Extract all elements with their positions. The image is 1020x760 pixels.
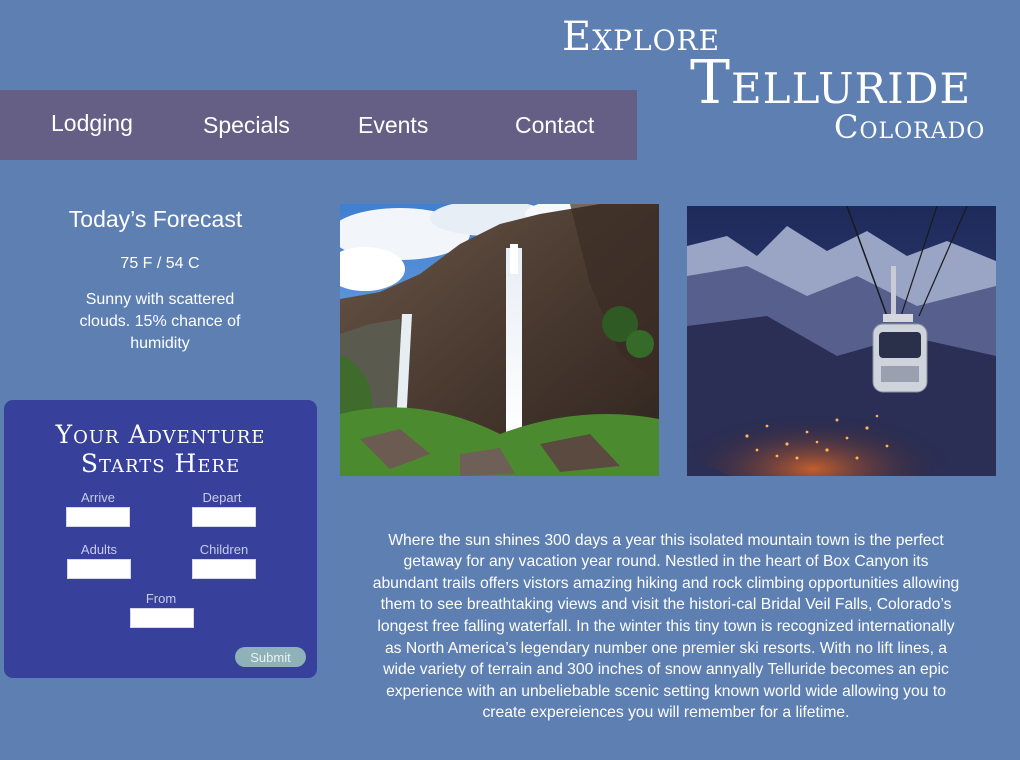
booking-panel: Your Adventure Starts Here Arrive Depart… xyxy=(4,400,317,678)
photo-gondola-icon xyxy=(687,206,996,476)
nav-contact[interactable]: Contact xyxy=(515,112,594,139)
from-input[interactable] xyxy=(130,608,194,628)
waterfall-photo xyxy=(340,204,659,476)
booking-title-line1: Your Adventure xyxy=(55,420,266,449)
site-title-telluride: Telluride xyxy=(690,48,972,118)
adults-input[interactable] xyxy=(67,559,131,579)
gondola-photo xyxy=(687,206,996,476)
site-title-colorado: Colorado xyxy=(834,108,986,146)
main-navigation: Lodging Specials Events Contact xyxy=(0,90,637,160)
booking-title-line2: Starts Here xyxy=(80,449,241,478)
description-text: Where the sun shines 300 days a year thi… xyxy=(372,531,960,722)
nav-lodging[interactable]: Lodging xyxy=(51,110,133,137)
arrive-input[interactable] xyxy=(66,507,130,527)
children-label: Children xyxy=(199,542,249,557)
forecast-temperature: 75 F / 54 C xyxy=(120,255,200,272)
adults-label: Adults xyxy=(80,542,118,557)
photo-waterfall-icon xyxy=(340,204,659,476)
depart-label: Depart xyxy=(202,490,242,505)
forecast-title: Today’s Forecast xyxy=(68,206,243,232)
forecast-description: Sunny with scattered clouds. 15% chance … xyxy=(79,291,241,352)
submit-button[interactable]: Submit xyxy=(235,647,306,667)
depart-input[interactable] xyxy=(192,507,256,527)
booking-title: Your Adventure Starts Here xyxy=(4,420,317,478)
nav-specials[interactable]: Specials xyxy=(203,112,290,139)
children-input[interactable] xyxy=(192,559,256,579)
arrive-label: Arrive xyxy=(81,490,115,505)
from-label: From xyxy=(145,591,177,606)
nav-events[interactable]: Events xyxy=(358,112,428,139)
